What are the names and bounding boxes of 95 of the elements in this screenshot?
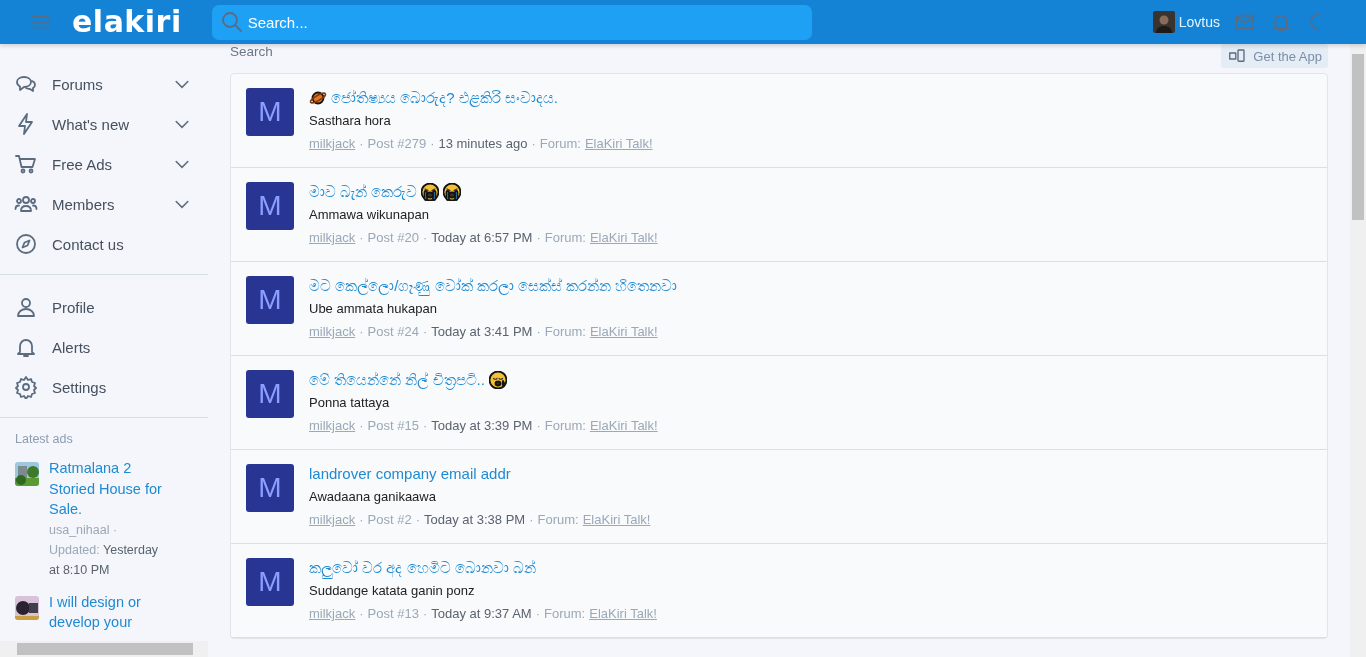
avatar[interactable]: M <box>246 558 294 606</box>
thread-title-link[interactable]: කලුවෝ වර අද හෙමිට බොනවා බන් <box>309 558 536 578</box>
get-app-button[interactable]: Get the App <box>1221 44 1328 68</box>
avatar[interactable]: M <box>246 464 294 512</box>
post-time: Today at 3:39 PM <box>431 417 533 435</box>
post-time: 13 minutes ago <box>438 135 528 153</box>
separator: · <box>535 605 541 623</box>
forum-label: Forum: <box>537 511 579 529</box>
sidebar-item[interactable]: What's new <box>0 104 208 144</box>
thread-title-link[interactable]: ජෝතිෂ්‍යය බොරුද? එළකිරි සංවාදය. <box>331 88 558 108</box>
separator: · <box>422 605 428 623</box>
separator: · <box>422 323 428 341</box>
forum-link[interactable]: ElaKiri Talk! <box>589 417 658 435</box>
forum-link[interactable]: ElaKiri Talk! <box>582 511 651 529</box>
post-number: Post #279 <box>367 135 427 153</box>
scrollbar[interactable] <box>0 641 208 657</box>
separator: · <box>430 135 435 153</box>
post-number: Post #2 <box>367 511 412 529</box>
ad-title-link[interactable]: Ratmalana 2 Storied House for Sale. <box>49 458 171 520</box>
separator: · <box>359 511 364 529</box>
separator: · <box>415 511 420 529</box>
sidebar-item[interactable]: Contact us <box>0 224 208 264</box>
post-snippet: Ammawa wikunapan <box>309 206 430 224</box>
sidebar-item[interactable]: Alerts <box>0 327 208 367</box>
separator: · <box>536 417 541 435</box>
forum-link[interactable]: ElaKiri Talk! <box>589 229 658 247</box>
user-avatar-icon <box>1152 11 1175 33</box>
author-link[interactable]: milkjack <box>309 323 356 341</box>
compass-icon <box>14 232 38 256</box>
crying-face-icon <box>443 183 462 201</box>
crying-face-icon <box>421 183 440 201</box>
ad-title-link[interactable]: I will design or develop your <box>49 591 171 633</box>
separator: · <box>359 417 364 435</box>
post-number: Post #13 <box>367 605 419 623</box>
thread-title-link[interactable]: මාව බැන් කෙරුව <box>309 182 418 202</box>
post-time: Today at 3:38 PM <box>424 511 526 529</box>
thread-title-link[interactable]: මට කෙල්ලො/ගෑණු වෝක් කරලා සෙක්ස් කරන්න හිතෙනවා <box>309 276 678 296</box>
post-number: Post #20 <box>367 229 419 247</box>
author-link[interactable]: milkjack <box>309 605 356 623</box>
search-field[interactable]: Search... <box>211 4 812 40</box>
author-link[interactable]: milkjack <box>309 135 356 153</box>
cart-icon <box>14 152 38 176</box>
forum-label: Forum: <box>544 323 586 341</box>
ad-meta: usa_nihaal · Updated: Yesterday at 8:10 PM <box>49 521 160 579</box>
forum-link[interactable]: ElaKiri Talk! <box>589 605 657 623</box>
separator: · <box>422 417 428 435</box>
planet-icon <box>309 89 327 107</box>
sidebar-item[interactable]: Free Ads <box>0 144 208 184</box>
separator: · <box>359 323 364 341</box>
forum-label: Forum: <box>544 229 586 247</box>
separator: · <box>359 605 364 623</box>
post-snippet: Suddange katata ganin ponz <box>309 582 476 600</box>
search-icon <box>219 9 244 34</box>
author-link[interactable]: milkjack <box>309 417 356 435</box>
sidebar-item[interactable]: Members <box>0 184 208 224</box>
author-link[interactable]: milkjack <box>309 511 356 529</box>
breadcrumb[interactable]: Search <box>230 44 273 59</box>
post-number: Post #15 <box>367 417 419 435</box>
forum-label: Forum: <box>539 135 581 153</box>
avatar[interactable]: M <box>246 276 294 324</box>
post-time: Today at 9:37 AM <box>431 605 532 623</box>
forum-link[interactable]: ElaKiri Talk! <box>584 135 653 153</box>
scrollbar[interactable] <box>1350 44 1366 657</box>
post-snippet: Ponna tattaya <box>309 394 391 412</box>
post-number: Post #24 <box>367 323 419 341</box>
settings-icon <box>14 375 38 399</box>
site-logo[interactable]: elakiri <box>72 7 182 37</box>
forum-label: Forum: <box>544 605 586 623</box>
separator: · <box>531 135 536 153</box>
post-time: Today at 3:41 PM <box>431 323 533 341</box>
separator: · <box>536 323 541 341</box>
post-snippet: Ube ammata hukapan <box>309 300 438 318</box>
user-menu[interactable]: Lovtus <box>1152 11 1220 33</box>
section-heading: Latest ads <box>15 432 74 446</box>
sidebar-item[interactable]: Forums <box>0 64 208 104</box>
separator: · <box>529 511 534 529</box>
separator: · <box>422 229 428 247</box>
sidebar-item[interactable]: Profile <box>0 287 208 327</box>
avatar[interactable]: M <box>246 88 294 136</box>
forum-link[interactable]: ElaKiri Talk! <box>589 323 658 341</box>
sidebar-item[interactable]: Settings <box>0 367 208 407</box>
separator: · <box>359 229 364 247</box>
avatar[interactable]: M <box>246 182 294 230</box>
thread-title-link[interactable]: landrover company email addr <box>309 464 511 484</box>
post-snippet: Awadaana ganikaawa <box>309 488 437 506</box>
avatar[interactable]: M <box>246 370 294 418</box>
thread-title-link[interactable]: මේ තියෙන්නේ නිල් චිත්‍රපටි.. <box>309 370 485 390</box>
forum-label: Forum: <box>544 417 586 435</box>
author-link[interactable]: milkjack <box>309 229 356 247</box>
sad-face-icon <box>488 371 507 389</box>
user-icon <box>14 295 38 319</box>
separator: · <box>536 229 541 247</box>
post-snippet: Sasthara hora <box>309 112 392 130</box>
separator: · <box>359 135 364 153</box>
post-time: Today at 6:57 PM <box>431 229 533 247</box>
